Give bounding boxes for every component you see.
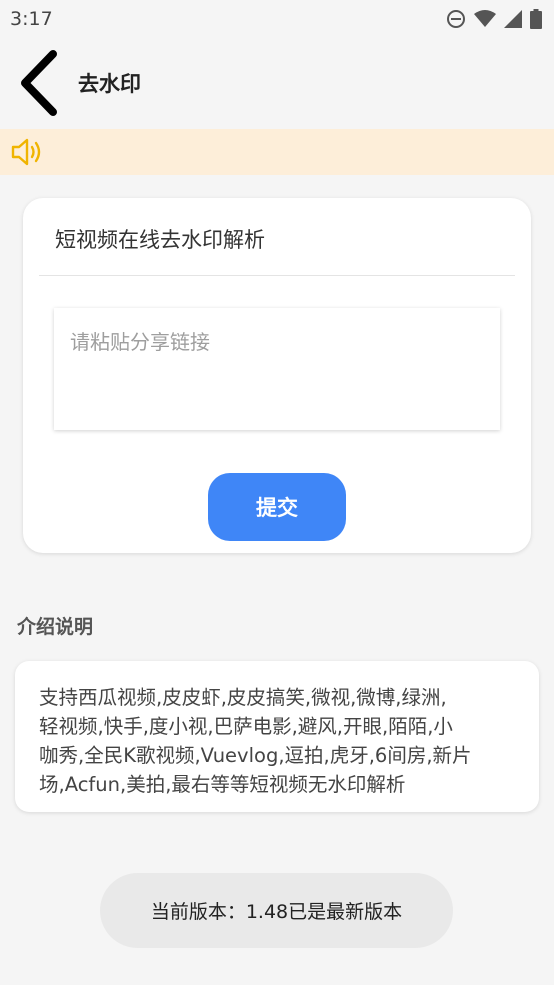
notice-bar bbox=[0, 129, 554, 175]
status-time: 3:17 bbox=[10, 8, 53, 30]
speaker-icon bbox=[11, 138, 41, 166]
share-link-input[interactable] bbox=[54, 308, 500, 430]
intro-text: 支持西瓜视频,皮皮虾,皮皮搞笑,微视,微博,绿洲, 轻视频,快手,度小视,巴萨电… bbox=[39, 683, 521, 799]
submit-button[interactable]: 提交 bbox=[208, 473, 346, 541]
page-title: 去水印 bbox=[78, 72, 141, 96]
battery-icon bbox=[530, 9, 542, 29]
intro-heading: 介绍说明 bbox=[17, 616, 94, 638]
version-status[interactable]: 当前版本：1.48已是最新版本 bbox=[100, 873, 453, 948]
intro-line: 咖秀,全民K歌视频,Vuevlog,逗拍,虎牙,6间房,新片 bbox=[39, 744, 472, 767]
wifi-icon bbox=[474, 10, 496, 27]
app-bar: 去水印 bbox=[0, 38, 554, 128]
divider bbox=[39, 275, 515, 276]
chevron-left-icon bbox=[21, 50, 57, 116]
version-text: 当前版本：1.48已是最新版本 bbox=[150, 901, 403, 923]
status-bar: 3:17 bbox=[0, 0, 554, 38]
status-icons bbox=[446, 9, 542, 29]
intro-line: 支持西瓜视频,皮皮虾,皮皮搞笑,微视,微博,绿洲, bbox=[39, 686, 447, 709]
signal-icon bbox=[504, 10, 522, 28]
intro-card: 支持西瓜视频,皮皮虾,皮皮搞笑,微视,微博,绿洲, 轻视频,快手,度小视,巴萨电… bbox=[15, 661, 539, 812]
back-button[interactable] bbox=[4, 38, 74, 128]
intro-line: 场,Acfun,美拍,最右等等短视频无水印解析 bbox=[39, 773, 406, 796]
dnd-icon bbox=[447, 10, 465, 28]
card-title: 短视频在线去水印解析 bbox=[55, 228, 265, 252]
intro-line: 轻视频,快手,度小视,巴萨电影,避风,开眼,陌陌,小 bbox=[39, 715, 453, 738]
parse-card: 短视频在线去水印解析 提交 bbox=[23, 198, 531, 553]
